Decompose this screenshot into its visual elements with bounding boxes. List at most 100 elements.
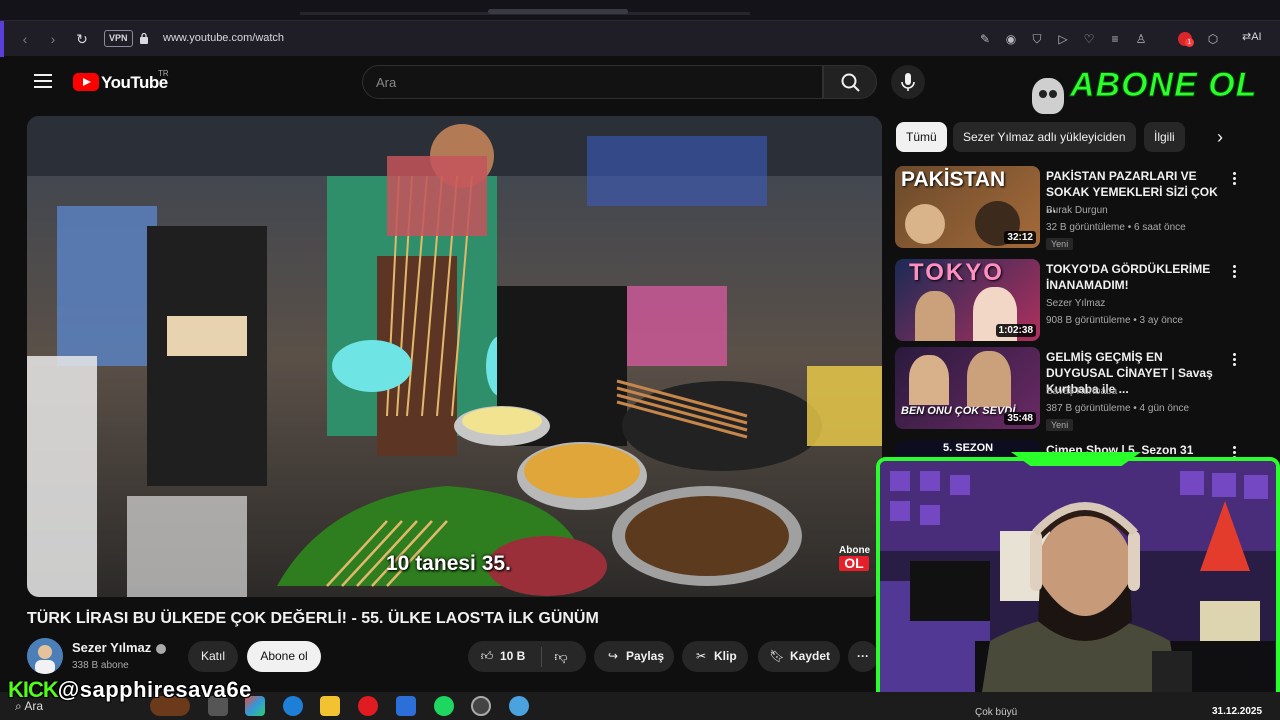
menu-icon[interactable] <box>34 74 52 88</box>
edge-icon[interactable] <box>283 696 303 716</box>
streamer-webcam <box>876 457 1280 709</box>
video-duration: 35:48 <box>1004 412 1036 425</box>
video-subtitle: 10 tanesi 35. <box>386 552 511 575</box>
recommendation-item[interactable]: TOKYO 1:02:38 TOKYO'DA GÖRDÜKLERİME İNAN… <box>895 259 1267 343</box>
thumbnail-text: PAKİSTAN <box>901 168 1006 191</box>
channel-avatar[interactable] <box>27 638 63 674</box>
more-options-icon[interactable] <box>1229 263 1239 280</box>
clip-label: Klip <box>714 649 737 663</box>
avatar-image <box>27 638 63 674</box>
thumbnail-figure <box>905 204 945 244</box>
url-text[interactable]: www.youtube.com/watch <box>163 32 284 44</box>
search-button[interactable] <box>823 65 877 99</box>
extension-badge: 1 <box>1185 38 1194 47</box>
channel-name[interactable]: Savaş Kurtbaba <box>1046 386 1117 397</box>
spotify-icon[interactable] <box>434 696 454 716</box>
kick-handle-overlay: KICK@sapphiresava6e <box>8 677 252 703</box>
kick-logo: KICK <box>8 677 59 702</box>
skull-icon <box>1032 78 1064 114</box>
chevron-right-icon[interactable]: › <box>1208 125 1232 149</box>
video-thumbnail[interactable]: TOKYO 1:02:38 <box>895 259 1040 341</box>
subscribe-button[interactable]: Abone ol <box>247 641 321 672</box>
bookmark-icon: 🔖︎ <box>769 649 785 663</box>
window-drag-handle[interactable] <box>488 9 628 14</box>
send-icon[interactable]: ▷ <box>1050 30 1076 48</box>
subscriber-count: 338 B abone <box>72 660 129 671</box>
video-title: TÜRK LİRASI BU ÜLKEDE ÇOK DEĞERLİ! - 55.… <box>27 610 599 627</box>
vpn-badge[interactable]: VPN <box>104 30 133 47</box>
chip-from-uploader[interactable]: Sezer Yılmaz adlı yükleyiciden <box>953 122 1136 152</box>
thumbnail-figure <box>915 291 955 341</box>
search-input[interactable]: Ara <box>362 65 823 99</box>
video-subscribe-watermark[interactable]: Abone OL <box>839 545 870 571</box>
video-meta: 908 B görüntüleme • 3 ay önce <box>1046 315 1183 326</box>
channel-name[interactable]: Sezer Yılmaz <box>72 640 151 655</box>
microphone-icon <box>901 73 915 91</box>
file-explorer-icon[interactable] <box>320 696 340 716</box>
voice-search-button[interactable] <box>891 65 925 99</box>
country-code: TR <box>158 69 169 78</box>
thumbnail-text: TOKYO <box>909 259 1004 286</box>
more-actions-button[interactable]: ··· <box>848 641 878 672</box>
like-divider <box>541 647 542 667</box>
channel-name[interactable]: Burak Durgun <box>1046 205 1108 216</box>
abone-ol-overlay: ABONE OL <box>1069 66 1258 105</box>
clip-button[interactable]: ✂ Klip <box>682 641 748 672</box>
thumbs-down-icon[interactable]: 👎︎ <box>548 641 574 672</box>
share-button[interactable]: ↪ Paylaş <box>594 641 674 672</box>
new-badge: Yeni <box>1046 238 1074 250</box>
video-player[interactable] <box>27 116 882 597</box>
scissors-icon: ✂ <box>695 649 707 663</box>
youtube-logo-icon[interactable] <box>73 73 99 91</box>
search-placeholder: Ara <box>376 75 397 90</box>
thumbs-up-icon: 👍︎ <box>480 649 494 663</box>
globe-icon[interactable] <box>509 696 529 716</box>
video-thumbnail[interactable]: BEN ONU ÇOK SEVDİ 35:48 <box>895 347 1040 429</box>
shield-icon[interactable]: ⛉ <box>1024 30 1050 48</box>
video-meta: 32 B görüntüleme • 6 saat önce <box>1046 222 1186 233</box>
cube-icon[interactable]: ⬡ <box>1200 30 1226 48</box>
video-meta: 387 B görüntüleme • 4 gün önce <box>1046 403 1190 414</box>
video-title[interactable]: TOKYO'DA GÖRDÜKLERİME İNANAMADIM! <box>1046 261 1226 293</box>
verified-icon <box>156 644 166 654</box>
edit-icon[interactable]: ✎ <box>972 30 998 48</box>
like-count: 10 B <box>500 649 526 663</box>
forward-icon[interactable]: › <box>44 30 62 48</box>
webcam-image <box>880 461 1276 705</box>
thumbnail-text: 5. SEZON <box>943 442 994 454</box>
browser-title-strip <box>0 0 1280 20</box>
screen: ‹ › ↻ VPN www.youtube.com/watch ✎ ◉ ⛉ ▷ … <box>0 0 1280 720</box>
browser-address-bar: ‹ › ↻ VPN www.youtube.com/watch ✎ ◉ ⛉ ▷ … <box>0 20 1280 57</box>
camera-icon[interactable]: ◉ <box>998 30 1024 48</box>
thumbnail-figure <box>909 355 949 405</box>
list-icon[interactable]: ≡ <box>1102 30 1128 48</box>
more-options-icon[interactable] <box>1229 170 1239 187</box>
thumbnail-figure <box>967 351 1011 407</box>
reload-icon[interactable]: ↻ <box>73 30 91 48</box>
recommendation-item[interactable]: BEN ONU ÇOK SEVDİ 35:48 GELMİŞ GEÇMİŞ EN… <box>895 347 1267 431</box>
video-thumbnail[interactable]: PAKİSTAN 32:12 <box>895 166 1040 248</box>
obs-icon[interactable] <box>471 696 491 716</box>
more-options-icon[interactable] <box>1229 351 1239 368</box>
thumbnail-text: BEN ONU ÇOK SEVDİ <box>901 405 1016 417</box>
ai-label: AI <box>1251 31 1262 43</box>
opera-icon[interactable] <box>358 696 378 716</box>
back-icon[interactable]: ‹ <box>16 30 34 48</box>
ai-button[interactable]: ⇄AI <box>1242 30 1262 43</box>
chip-all[interactable]: Tümü <box>896 122 947 152</box>
streamer-handle: @sapphiresava6e <box>57 677 252 702</box>
recommendation-item[interactable]: PAKİSTAN 32:12 PAKİSTAN PAZARLARI VE SOK… <box>895 166 1267 250</box>
webcam-caption: Çok büyü <box>975 707 1018 718</box>
sidebar-edge <box>0 21 4 57</box>
chip-related[interactable]: İlgili <box>1144 122 1185 152</box>
save-button[interactable]: 🔖︎ Kaydet <box>758 641 840 672</box>
heart-icon[interactable]: ♡ <box>1076 30 1102 48</box>
channel-name[interactable]: Sezer Yılmaz <box>1046 298 1105 309</box>
video-frame <box>27 116 882 597</box>
mail-icon[interactable] <box>396 696 416 716</box>
save-label: Kaydet <box>790 649 831 663</box>
share-icon: ↪ <box>607 649 619 663</box>
join-button[interactable]: Katıl <box>188 641 238 672</box>
profile-icon[interactable]: ♙ <box>1128 30 1154 48</box>
taskbar-date: 31.12.2025 <box>1212 706 1263 717</box>
